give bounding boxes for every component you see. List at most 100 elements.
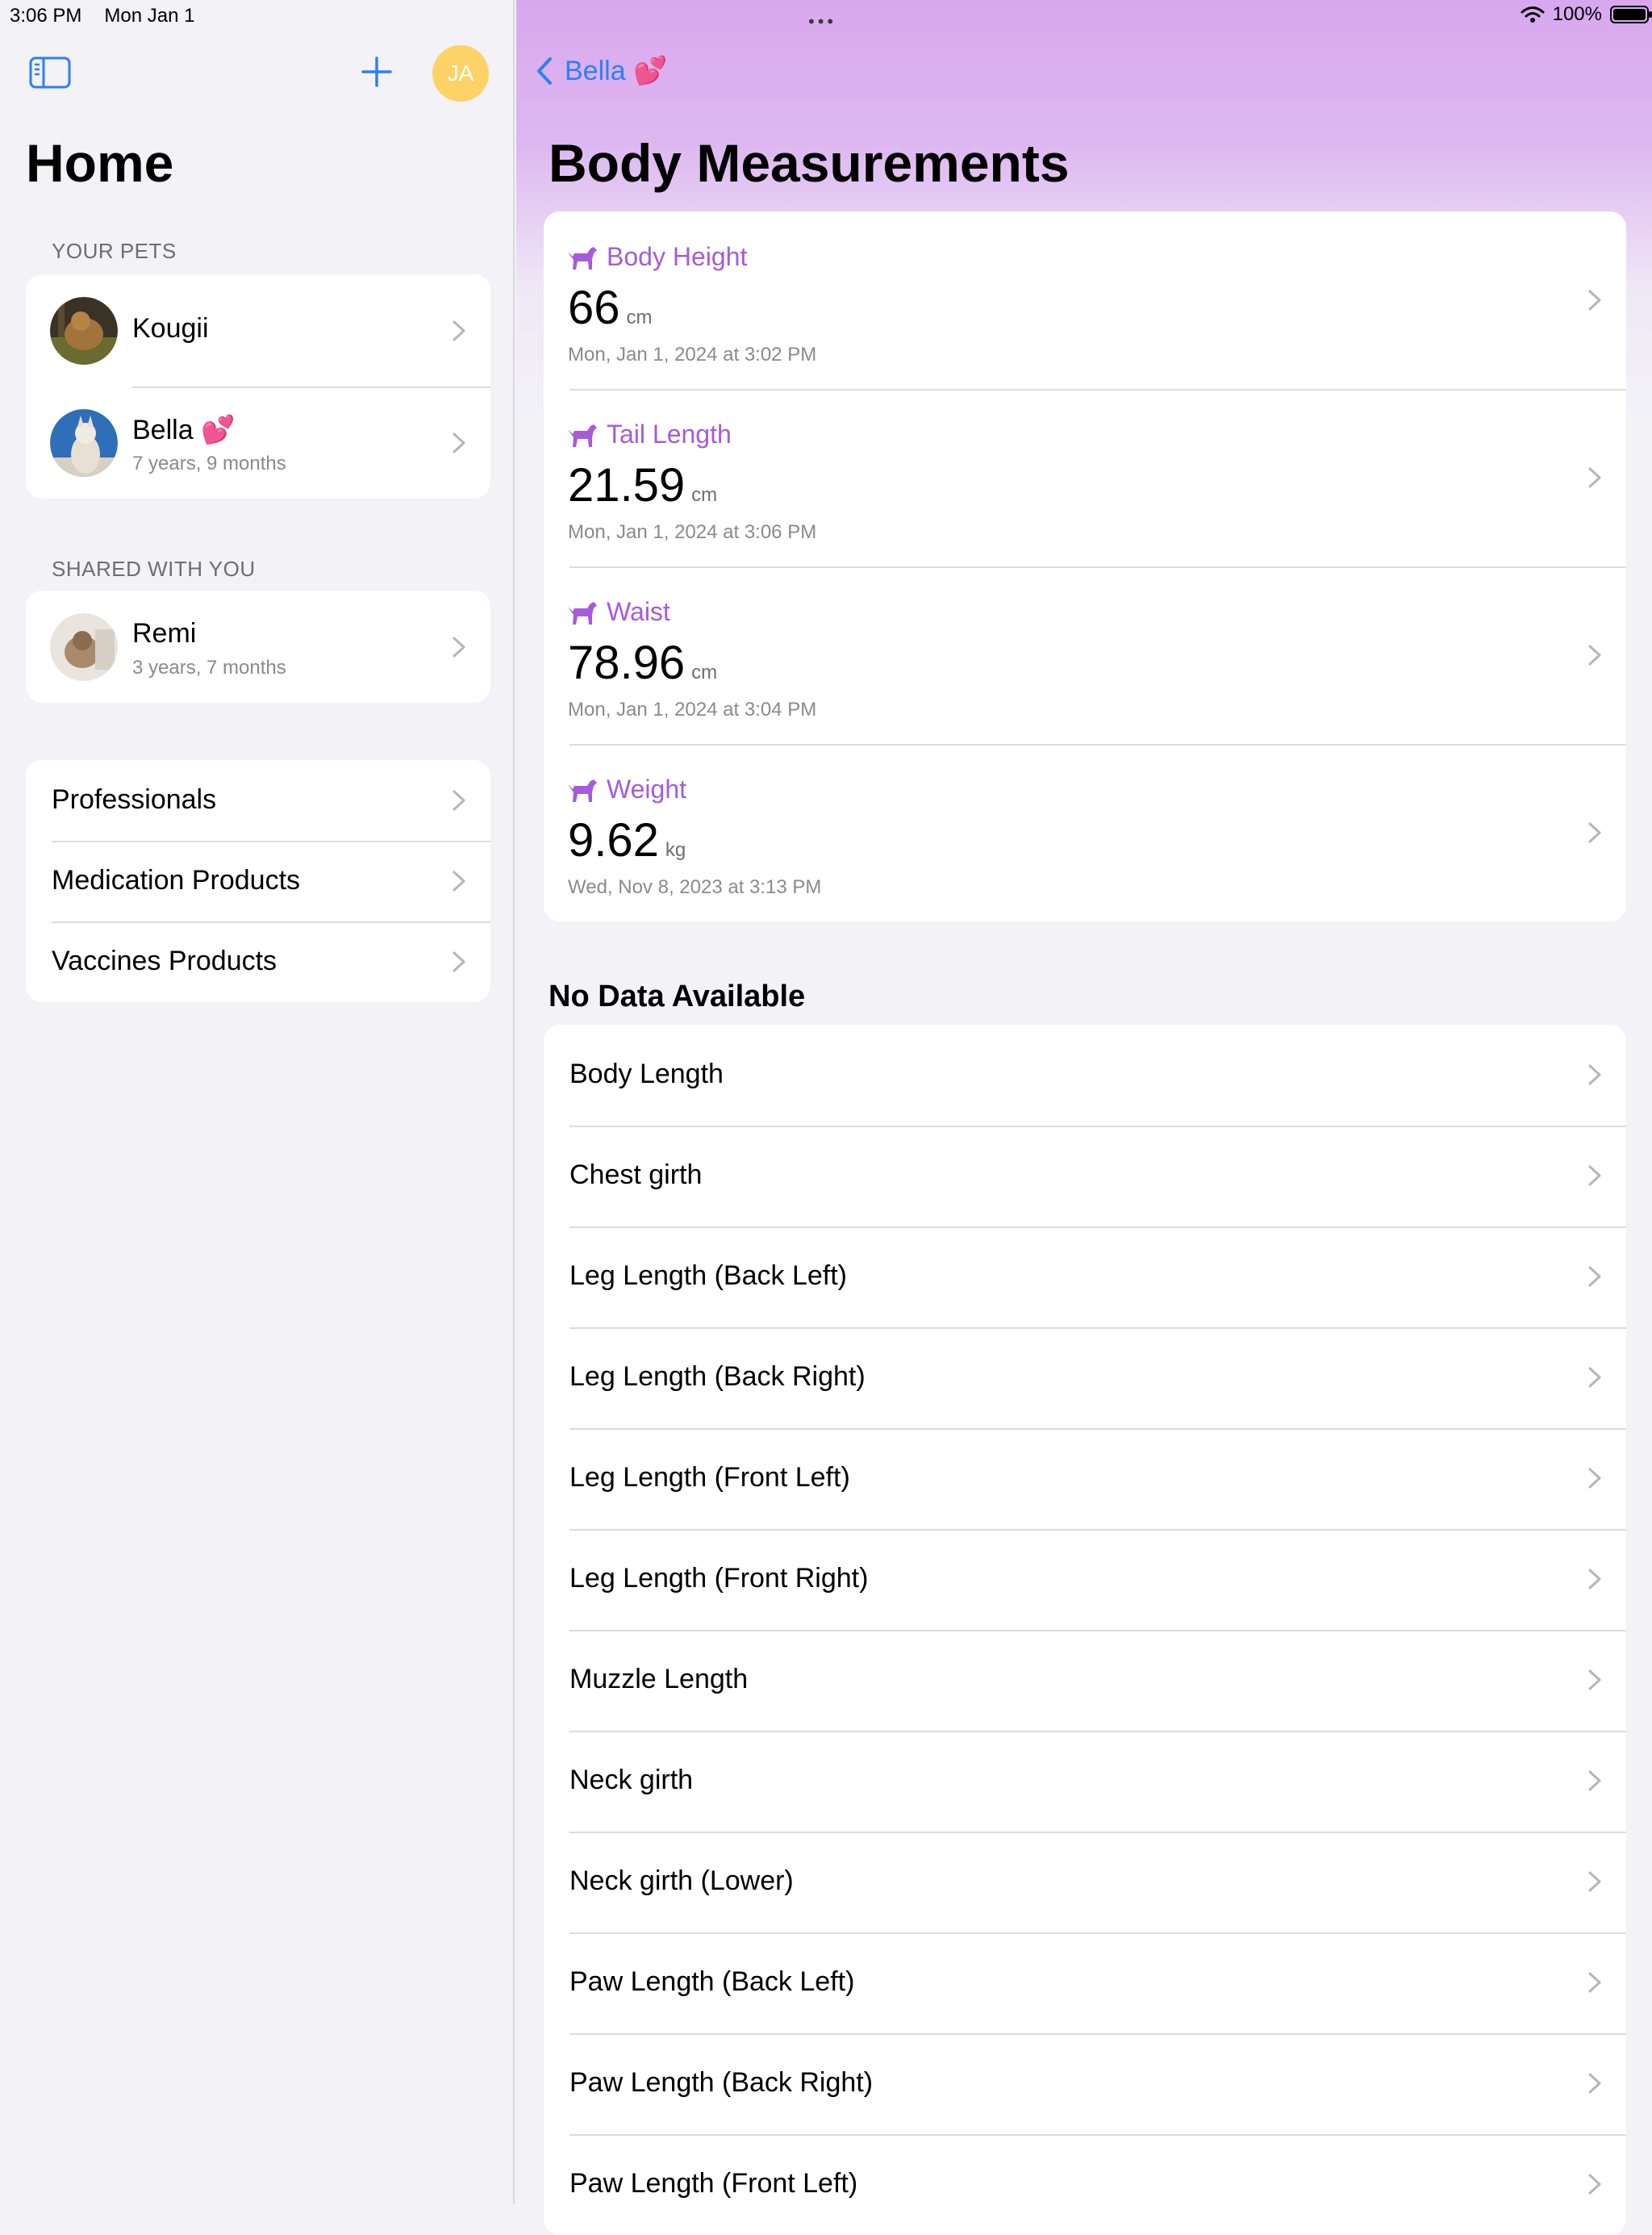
- chevron-right-icon: [453, 951, 465, 972]
- no-data-label: Leg Length (Front Right): [569, 1563, 869, 1594]
- measurement-row-body-height[interactable]: Body Height 66 cm Mon, Jan 1, 2024 at 3:0…: [544, 211, 1626, 389]
- measurement-number: 66: [568, 282, 620, 334]
- measurements-card: Body Height 66 cm Mon, Jan 1, 2024 at 3:0…: [544, 211, 1626, 921]
- sidebar-toggle-icon[interactable]: [29, 56, 71, 89]
- pet-row-kougii[interactable]: Kougii: [26, 274, 490, 386]
- measurement-value: 78.96 cm: [568, 636, 717, 690]
- no-data-label: Muzzle Length: [569, 1664, 749, 1694]
- measurement-date: Mon, Jan 1, 2024 at 3:04 PM: [568, 699, 817, 721]
- link-medication-products[interactable]: Medication Products: [26, 841, 490, 921]
- chevron-right-icon: [1588, 1165, 1601, 1186]
- measurement-date: Wed, Nov 8, 2023 at 3:13 PM: [568, 876, 822, 898]
- battery-percent: 100%: [1552, 3, 1602, 25]
- no-data-row[interactable]: Muzzle Length: [544, 1630, 1626, 1731]
- dog-icon: [568, 424, 597, 447]
- measurement-unit: kg: [665, 839, 686, 861]
- pet-avatar-bella: [50, 409, 118, 477]
- dog-icon: [568, 602, 597, 625]
- your-pets-header: YOUR PETS: [52, 239, 177, 263]
- no-data-section-title: No Data Available: [549, 980, 806, 1013]
- measurement-label: Waist: [607, 597, 670, 626]
- no-data-row[interactable]: Leg Length (Back Left): [544, 1226, 1626, 1327]
- chevron-right-icon: [1588, 1871, 1601, 1892]
- chevron-right-icon: [453, 790, 465, 811]
- status-time: 3:06 PM: [10, 5, 82, 27]
- no-data-label: Neck girth (Lower): [569, 1865, 794, 1896]
- shared-pets-card: Remi 3 years, 7 months: [26, 591, 490, 703]
- sidebar: 3:06 PM Mon Jan 1 JA Home YOUR PETS Koug…: [0, 0, 515, 2204]
- measurement-number: 9.62: [568, 814, 659, 867]
- chevron-right-icon: [1588, 1569, 1601, 1590]
- dog-icon: [568, 247, 597, 269]
- no-data-label: Leg Length (Back Right): [569, 1361, 866, 1392]
- measurement-number: 78.96: [568, 637, 686, 689]
- chevron-right-icon: [1588, 822, 1601, 843]
- measurement-unit: cm: [626, 307, 653, 328]
- link-label: Professionals: [52, 784, 217, 815]
- no-data-label: Leg Length (Back Left): [569, 1260, 848, 1291]
- link-label: Medication Products: [52, 865, 301, 896]
- measurement-row-tail-length[interactable]: Tail Length 21.59 cm Mon, Jan 1, 2024 at …: [544, 389, 1626, 566]
- no-data-label: Paw Length (Back Left): [569, 1966, 855, 1997]
- no-data-row[interactable]: Paw Length (Back Left): [544, 1932, 1626, 2033]
- user-avatar[interactable]: JA: [432, 45, 489, 102]
- chevron-left-icon: [537, 57, 552, 85]
- no-data-row[interactable]: Paw Length (Front Left): [544, 2134, 1626, 2235]
- pet-age: 3 years, 7 months: [132, 657, 286, 679]
- page-title: Body Measurements: [549, 133, 1070, 193]
- measurement-row-waist[interactable]: Waist 78.96 cm Mon, Jan 1, 2024 at 3:04 P…: [544, 566, 1626, 744]
- measurement-value: 9.62 kg: [568, 813, 686, 867]
- no-data-row[interactable]: Body Length: [544, 1025, 1626, 1126]
- no-data-label: Leg Length (Front Left): [569, 1462, 850, 1493]
- link-professionals[interactable]: Professionals: [26, 760, 490, 841]
- chevron-right-icon: [1588, 1669, 1601, 1690]
- no-data-row[interactable]: Neck girth (Lower): [544, 1832, 1626, 1932]
- no-data-label: Paw Length (Front Left): [569, 2168, 858, 2199]
- measurement-unit: cm: [691, 484, 718, 506]
- measurement-number: 21.59: [568, 459, 686, 512]
- no-data-row[interactable]: Leg Length (Back Right): [544, 1327, 1626, 1428]
- no-data-row[interactable]: Chest girth: [544, 1126, 1626, 1226]
- link-label: Vaccines Products: [52, 946, 277, 976]
- multitasking-dots-icon[interactable]: •••: [808, 11, 836, 32]
- chevron-right-icon: [1588, 1972, 1601, 1993]
- chevron-right-icon: [1588, 1770, 1601, 1791]
- measurement-value: 21.59 cm: [568, 458, 717, 512]
- chevron-right-icon: [1588, 2174, 1601, 2195]
- status-date: Mon Jan 1: [104, 5, 195, 27]
- pet-age: 7 years, 9 months: [132, 453, 286, 474]
- your-pets-card: Kougii Bella 💕 7 years, 9 months: [26, 274, 490, 499]
- add-icon[interactable]: [357, 52, 397, 92]
- chevron-right-icon: [1588, 1468, 1601, 1489]
- measurement-unit: cm: [691, 662, 718, 683]
- status-bar-right: 100%: [1521, 3, 1652, 26]
- chevron-right-icon: [1588, 290, 1601, 311]
- battery-icon: [1610, 6, 1652, 23]
- no-data-label: Body Length: [569, 1059, 724, 1089]
- measurement-date: Mon, Jan 1, 2024 at 3:02 PM: [568, 344, 817, 366]
- pet-row-remi[interactable]: Remi 3 years, 7 months: [26, 591, 490, 703]
- no-data-card: Body Length Chest girth Leg Length (Back…: [544, 1025, 1626, 2235]
- measurement-row-weight[interactable]: Weight 9.62 kg Wed, Nov 8, 2023 at 3:13 P…: [544, 744, 1626, 921]
- chevron-right-icon: [453, 432, 465, 453]
- main-panel: ••• 100% Bella 💕 Body Measurements Body …: [516, 0, 1652, 2235]
- no-data-row[interactable]: Leg Length (Front Left): [544, 1428, 1626, 1529]
- pet-name: Kougii: [132, 313, 209, 344]
- no-data-label: Chest girth: [569, 1159, 703, 1190]
- pet-row-bella[interactable]: Bella 💕 7 years, 9 months: [26, 386, 490, 499]
- measurement-value: 66 cm: [568, 281, 653, 335]
- back-label: Bella 💕: [565, 56, 668, 86]
- chevron-right-icon: [1588, 645, 1601, 666]
- no-data-row[interactable]: Neck girth: [544, 1731, 1626, 1832]
- no-data-label: Paw Length (Back Right): [569, 2067, 874, 2098]
- home-title: Home: [26, 133, 174, 193]
- no-data-row[interactable]: Paw Length (Back Right): [544, 2033, 1626, 2134]
- no-data-row[interactable]: Leg Length (Front Right): [544, 1529, 1626, 1630]
- chevron-right-icon: [453, 871, 465, 892]
- back-button[interactable]: Bella 💕: [536, 55, 667, 87]
- measurement-label: Body Height: [607, 242, 748, 271]
- chevron-right-icon: [453, 637, 465, 658]
- link-vaccines-products[interactable]: Vaccines Products: [26, 921, 490, 1002]
- pet-name: Remi: [132, 618, 197, 649]
- chevron-right-icon: [1588, 1367, 1601, 1388]
